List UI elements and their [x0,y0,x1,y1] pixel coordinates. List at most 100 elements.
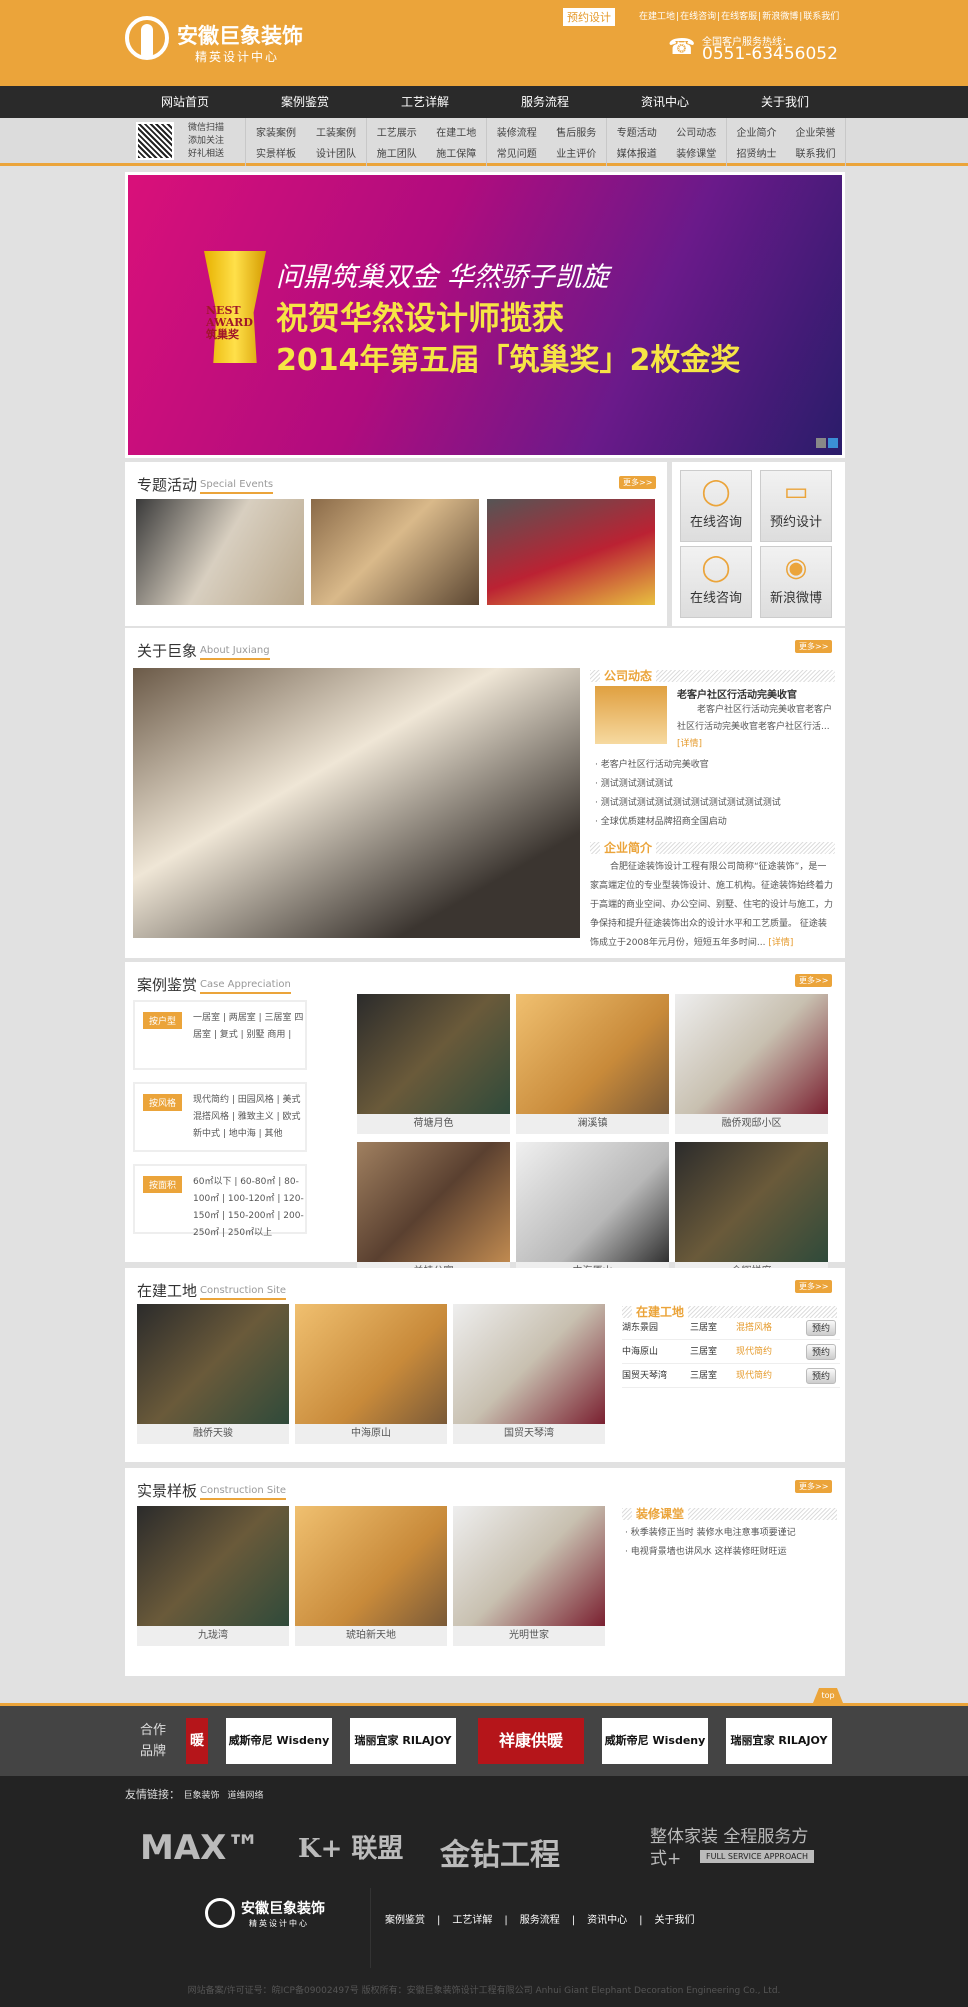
case-caption[interactable]: 融侨天骏 [137,1424,289,1444]
subnav-link[interactable]: 施工保障 [427,145,487,160]
footer-logo[interactable]: 安徽巨象装饰 精英设计中心 [205,1896,355,1946]
case-image[interactable] [453,1506,605,1626]
site-name[interactable]: 湖东景园 [622,1316,658,1340]
case-image[interactable] [295,1506,447,1626]
logo[interactable]: 安徽巨象装饰 精英设计中心 [125,16,355,68]
case-caption[interactable]: 琥珀新天地 [295,1626,447,1646]
book-button[interactable]: 预约 [806,1320,836,1336]
case-image[interactable] [357,1142,510,1262]
partner-logo[interactable]: 威斯帝尼 Wisdeny [226,1718,332,1764]
case-caption[interactable]: 国贸天琴湾 [453,1424,605,1444]
top-link[interactable]: 在建工地 [639,12,675,22]
footer-link[interactable]: 关于我们 [655,1915,695,1926]
subnav-link[interactable]: 公司动态 [667,124,727,139]
subnav-link[interactable]: 企业简介 [727,124,786,139]
case-caption[interactable]: 融侨观邸小区 [675,1114,828,1134]
subnav-link[interactable]: 在建工地 [427,124,487,139]
footer-link[interactable]: 案例鉴赏 [385,1915,425,1926]
subnav-link[interactable]: 专题活动 [607,124,667,139]
book-button[interactable]: 预约 [806,1344,836,1360]
site-name[interactable]: 国贸天琴湾 [622,1364,667,1388]
friend-link[interactable]: 巨象装饰 [184,1791,220,1801]
friend-link[interactable]: 道维网络 [228,1791,264,1801]
booking-button[interactable]: 预约设计 [563,8,615,26]
case-caption[interactable]: 光明世家 [453,1626,605,1646]
case-image[interactable] [357,994,510,1114]
subnav-link[interactable]: 家装案例 [246,124,306,139]
case-caption[interactable]: 荷塘月色 [357,1114,510,1134]
top-link[interactable]: 联系我们 [803,12,839,22]
back-to-top-button[interactable]: top [813,1688,843,1703]
case-image[interactable] [137,1304,289,1424]
subnav-link[interactable]: 工艺展示 [367,124,427,139]
weibo-button[interactable]: ◉ 新浪微博 [760,546,832,618]
class-item[interactable]: · 电视背景墙也讲风水 这样装修旺财旺运 [625,1543,796,1562]
event-image[interactable] [487,499,655,605]
event-image[interactable] [136,499,304,605]
banner-slider[interactable]: NEST AWARD 筑巢奖 问鼎筑巢双金 华然骄子凯旋 祝贺华然设计师揽获 201… [125,172,845,458]
book-button[interactable]: 预约 [806,1368,836,1384]
more-button[interactable]: 更多>> [795,1480,833,1493]
news-item[interactable]: · 老客户社区行活动完美收官 [595,756,781,775]
subnav-link[interactable]: 媒体报道 [607,145,667,160]
case-caption[interactable]: 中海原山 [295,1424,447,1444]
case-image[interactable] [453,1304,605,1424]
top-link[interactable]: 在线咨询 [680,12,716,22]
more-button[interactable]: 更多>> [795,974,833,987]
news-title[interactable]: 老客户社区行活动完美收官 [677,686,797,701]
nav-item[interactable]: 工艺详解 [365,86,485,118]
case-image[interactable] [675,994,828,1114]
more-button[interactable]: 更多>> [619,476,657,489]
more-button[interactable]: 更多>> [795,640,833,653]
partner-logo[interactable]: 威斯帝尼 Wisdeny [602,1718,708,1764]
nav-item[interactable]: 服务流程 [485,86,605,118]
footer-link[interactable]: 服务流程 [520,1915,560,1926]
partner-logo[interactable]: 瑞丽宜家 RILAJOY [726,1718,832,1764]
class-item[interactable]: · 秋季装修正当时 装修水电注意事项要谨记 [625,1524,796,1543]
subnav-link[interactable]: 施工团队 [367,145,427,160]
nav-item[interactable]: 关于我们 [725,86,845,118]
partner-logo[interactable]: 瑞丽宜家 RILAJOY [350,1718,456,1764]
subnav-link[interactable]: 装修课堂 [667,145,727,160]
filter-options[interactable]: 60㎡以下 | 60-80㎡ | 80-100㎡ | 100-120㎡ | 12… [193,1174,305,1242]
subnav-link[interactable]: 招贤纳士 [727,145,786,160]
book-design-button[interactable]: ▭ 预约设计 [760,470,832,542]
case-image[interactable] [295,1304,447,1424]
detail-link[interactable]: [详情] [677,736,702,749]
news-thumbnail[interactable] [595,686,667,744]
nav-item[interactable]: 案例鉴赏 [245,86,365,118]
subnav-link[interactable]: 业主评价 [547,145,607,160]
news-item[interactable]: · 测试测试测试测试测试测试测试测试测试测试 [595,794,781,813]
slide-dot-active[interactable] [828,438,838,448]
subnav-link[interactable]: 设计团队 [306,145,366,160]
subnav-link[interactable]: 企业荣誉 [786,124,845,139]
top-link[interactable]: 新浪微博 [762,12,798,22]
subnav-link[interactable]: 装修流程 [487,124,547,139]
event-image[interactable] [311,499,479,605]
case-image[interactable] [675,1142,828,1262]
case-image[interactable] [137,1506,289,1626]
subnav-link[interactable]: 联系我们 [786,145,845,160]
subnav-link[interactable]: 工装案例 [306,124,366,139]
subnav-link[interactable]: 常见问题 [487,145,547,160]
news-item[interactable]: · 全球优质建材品牌招商全国启动 [595,813,781,832]
partner-logo[interactable]: 祥康供暖 [478,1718,584,1764]
more-button[interactable]: 更多>> [795,1280,833,1293]
subnav-link[interactable]: 实景样板 [246,145,306,160]
site-name[interactable]: 中海原山 [622,1340,658,1364]
nav-item[interactable]: 网站首页 [125,86,245,118]
partner-logo[interactable]: 暖 [186,1718,208,1764]
nav-item[interactable]: 资讯中心 [605,86,725,118]
filter-options[interactable]: 现代简约 | 田园风格 | 美式 混搭风格 | 雅致主义 | 欧式 新中式 | … [193,1092,305,1143]
online-consult-button[interactable]: ◯ 在线咨询 [680,546,752,618]
case-caption[interactable]: 澜溪镇 [516,1114,669,1134]
online-consult-button[interactable]: ◯ 在线咨询 [680,470,752,542]
footer-link[interactable]: 工艺详解 [452,1915,492,1926]
footer-link[interactable]: 资讯中心 [587,1915,627,1926]
filter-options[interactable]: 一居室 | 两居室 | 三居室 四居室 | 复式 | 别墅 商用 | [193,1010,305,1044]
top-link[interactable]: 在线客服 [721,12,757,22]
slide-dot[interactable] [816,438,826,448]
subnav-link[interactable]: 售后服务 [547,124,607,139]
case-image[interactable] [516,994,669,1114]
detail-link[interactable]: [详情] [768,938,793,948]
